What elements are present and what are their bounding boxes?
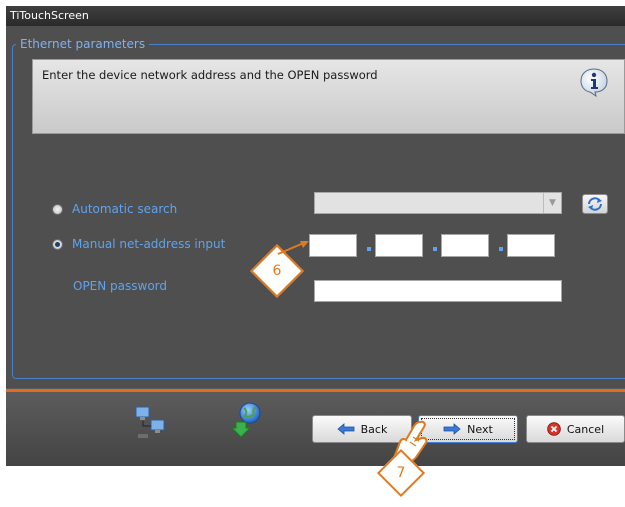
refresh-search-button[interactable]	[582, 194, 608, 214]
info-icon[interactable]	[579, 67, 609, 97]
open-password-label: OPEN password	[73, 279, 168, 293]
instruction-text: Enter the device network address and the…	[42, 68, 378, 82]
globe-download-icon	[232, 402, 261, 438]
manual-input-label: Manual net-address input	[72, 237, 226, 251]
ip-separator-dot	[499, 247, 503, 251]
arrow-right-icon	[443, 423, 461, 435]
arrow-left-icon	[337, 423, 355, 435]
wizard-footer: Back Next Cancel	[6, 392, 625, 466]
ip-octet-4-input[interactable]	[507, 234, 555, 257]
instruction-panel: Enter the device network address and the…	[32, 59, 625, 134]
group-title: Ethernet parameters	[16, 36, 150, 52]
open-password-input[interactable]	[314, 280, 562, 302]
refresh-icon	[588, 197, 602, 211]
cancel-button-label: Cancel	[566, 422, 605, 436]
device-search-combo[interactable]: ▼	[314, 192, 562, 214]
ip-octet-3-input[interactable]	[441, 234, 489, 257]
ip-octet-1-input[interactable]	[309, 234, 357, 257]
wizard-window: TiTouchScreen Ethernet parameters Enter …	[6, 6, 625, 466]
ip-separator-dot	[367, 247, 371, 251]
ip-separator-dot	[433, 247, 437, 251]
step-7-number: 7	[396, 465, 406, 481]
manual-input-option[interactable]: Manual net-address input	[52, 237, 225, 251]
automatic-search-label: Automatic search	[72, 202, 178, 216]
network-computers-icon	[135, 406, 165, 438]
ip-octet-2-input[interactable]	[375, 234, 423, 257]
manual-input-radio[interactable]	[52, 238, 63, 250]
automatic-search-option[interactable]: Automatic search	[52, 202, 177, 216]
cancel-icon	[547, 422, 561, 436]
callout-arrow-icon	[277, 241, 309, 255]
window-title: TiTouchScreen	[10, 9, 89, 22]
window-titlebar: TiTouchScreen	[6, 6, 625, 26]
step-6-number: 6	[272, 263, 282, 279]
next-button-label: Next	[467, 422, 493, 436]
cancel-button[interactable]: Cancel	[526, 415, 625, 443]
automatic-search-radio[interactable]	[52, 203, 63, 215]
chevron-down-icon[interactable]: ▼	[543, 193, 561, 213]
